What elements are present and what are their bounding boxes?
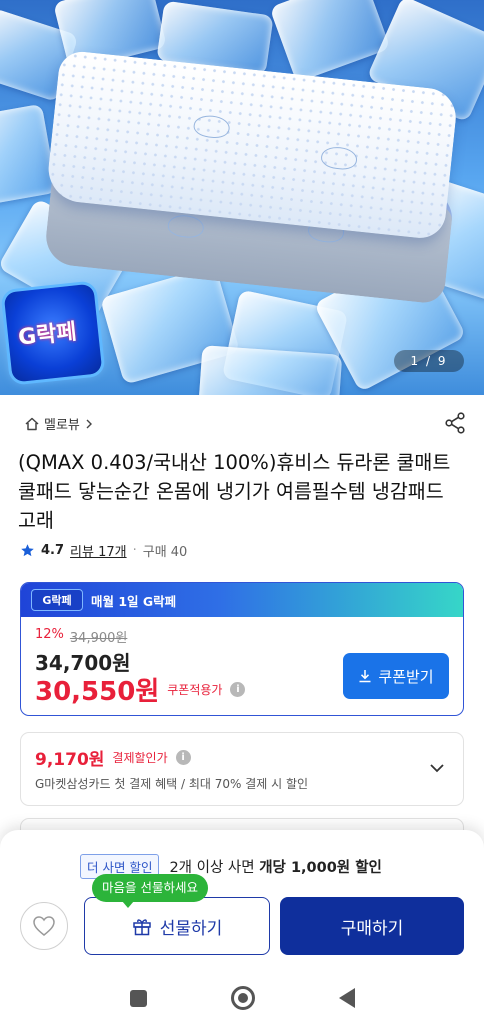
- info-icon[interactable]: i: [175, 750, 191, 765]
- whale-pattern-icon: [192, 113, 231, 140]
- star-icon: [21, 544, 34, 557]
- review-link[interactable]: 리뷰 17개: [70, 541, 127, 560]
- separator-dot: ·: [132, 543, 137, 558]
- whale-pattern-icon: [320, 145, 359, 171]
- product-title: (QMAX 0.403/국내산 100%)휴비스 듀라론 쿨매트 쿨패드 닿는순…: [18, 451, 451, 532]
- gift-icon: [132, 919, 151, 936]
- breadcrumb-category: 멜로뷰: [44, 418, 80, 433]
- get-coupon-button[interactable]: 쿠폰받기: [343, 653, 449, 699]
- price-card: G락페 매월 1일 G락페 12% 34,900원 34,700원 30,550…: [20, 582, 464, 716]
- ice-cube: [0, 103, 58, 207]
- g-festival-badge-text: G락페: [42, 594, 72, 607]
- wishlist-button[interactable]: [20, 902, 68, 950]
- discount-percent: 12%: [35, 627, 64, 642]
- breadcrumb[interactable]: 멜로뷰: [24, 414, 94, 433]
- purchase-count: 구매 40: [142, 545, 188, 560]
- coupon-price-label: 쿠폰적용가: [167, 683, 223, 697]
- share-icon[interactable]: [444, 412, 466, 434]
- info-icon[interactable]: i: [230, 682, 246, 697]
- g-festival-logo-text: G락페: [17, 319, 78, 351]
- gift-tooltip: 마음을 선물하세요: [92, 874, 208, 908]
- image-counter: 1 / 9: [394, 350, 464, 372]
- recent-apps-icon[interactable]: [129, 989, 147, 1007]
- whale-pattern-icon: [166, 213, 205, 240]
- get-coupon-label: 쿠폰받기: [378, 668, 434, 686]
- rating-score: 4.7: [41, 543, 65, 558]
- g-festival-badge: G락페: [31, 589, 83, 611]
- gift-button-label: 선물하기: [159, 918, 223, 938]
- purchase-bottom-sheet: 더 사면 할인 2개 이상 사면 개당 1,000원 할인 마음을 선물하세요 …: [0, 830, 484, 972]
- discount-line: 12% 34,900원: [35, 627, 127, 646]
- home-icon: [25, 417, 39, 430]
- system-navigation-bar: [0, 972, 484, 1024]
- ice-cube: [197, 345, 343, 395]
- payment-discount-price: 9,170원: [35, 750, 105, 770]
- gift-button[interactable]: 선물하기: [84, 897, 270, 955]
- rating-row: 4.7 리뷰 17개 · 구매 40: [20, 541, 187, 560]
- payment-discount-row: 9,170원 결제할인가 i: [35, 745, 191, 770]
- promo-event-text: 매월 1일 G락페: [91, 593, 177, 609]
- product-image-carousel[interactable]: G락페 1 / 9: [0, 0, 484, 395]
- original-price: 34,900원: [69, 631, 128, 646]
- home-button-icon[interactable]: [230, 986, 255, 1010]
- back-icon[interactable]: [338, 988, 355, 1008]
- bulk-discount-text: 2개 이상 사면 개당 1,000원 할인: [169, 856, 381, 877]
- buy-button[interactable]: 구매하기: [280, 897, 464, 955]
- chevron-down-icon[interactable]: [429, 760, 445, 776]
- payment-discount-label: 결제할인가: [112, 751, 168, 765]
- payment-discount-card[interactable]: 9,170원 결제할인가 i G마켓삼성카드 첫 결제 혜택 / 최대 70% …: [20, 732, 464, 806]
- buy-button-label: 구매하기: [340, 918, 404, 938]
- payment-discount-description: G마켓삼성카드 첫 결제 혜택 / 최대 70% 결제 시 할인: [35, 777, 309, 791]
- download-icon: [359, 670, 371, 683]
- promo-banner: G락페 매월 1일 G락페: [21, 583, 463, 617]
- g-festival-logo: G락페: [3, 283, 103, 383]
- heart-icon: [33, 916, 55, 936]
- coupon-price: 30,550원: [35, 677, 160, 707]
- chevron-right-icon: [86, 419, 92, 428]
- coupon-price-row: 30,550원 쿠폰적용가 i: [35, 671, 246, 708]
- bulk-discount-amount: 개당 1,000원 할인: [259, 860, 382, 876]
